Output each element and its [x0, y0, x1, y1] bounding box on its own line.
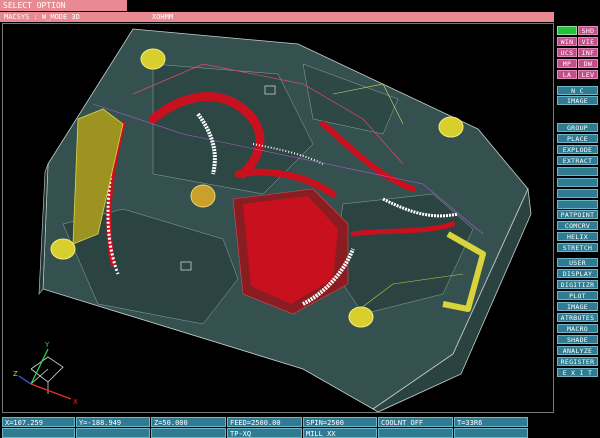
- mode-label: MACSYS : W_MODE 3D: [4, 13, 80, 21]
- view-button[interactable]: VIE: [578, 37, 598, 46]
- shade-button[interactable]: SHADE: [557, 335, 598, 344]
- empty-menu-slot[interactable]: [557, 178, 598, 187]
- extract-button[interactable]: EXTRACT: [557, 156, 598, 165]
- command-side-menu: SHD WIN VIE UCS INF MP DW LA LEV N C IMA…: [557, 0, 600, 414]
- layer-button[interactable]: LA: [557, 70, 577, 79]
- x-coordinate-readout: X=107.259: [2, 417, 75, 427]
- axis-x-label: X: [73, 398, 78, 406]
- toolpath-mode-readout: TP-XQ: [227, 428, 302, 438]
- level-button[interactable]: LEV: [578, 70, 598, 79]
- mold-model-render: X Y Z: [13, 28, 532, 412]
- shade-toggle-button[interactable]: SHD: [578, 26, 598, 35]
- color-swatch-button[interactable]: [557, 26, 577, 35]
- nc-menu-button[interactable]: N C: [557, 86, 598, 95]
- empty-menu-slot[interactable]: [557, 189, 598, 198]
- attributes-button[interactable]: ATRBUTES: [557, 313, 598, 322]
- status-cell-empty: [2, 428, 75, 438]
- status-cell-empty: [151, 428, 226, 438]
- dw-button[interactable]: DW: [578, 59, 598, 68]
- status-cell-empty: [454, 428, 528, 438]
- place-button[interactable]: PLACE: [557, 134, 598, 143]
- stretch-button[interactable]: STRETCH: [557, 243, 598, 252]
- mp-button[interactable]: MP: [557, 59, 577, 68]
- view-label: XOHMM: [152, 13, 174, 21]
- select-option-tab[interactable]: SELECT OPTION: [0, 0, 127, 11]
- plot-button[interactable]: PLOT: [557, 291, 598, 300]
- exit-button[interactable]: E X I T: [557, 368, 598, 377]
- cad-3d-viewport[interactable]: X Y Z: [2, 23, 554, 413]
- info-button[interactable]: INF: [578, 48, 598, 57]
- feed-readout: FEED=2500.00: [227, 417, 302, 427]
- mode-title-bar: MACSYS : W_MODE 3D XOHMM: [0, 12, 554, 22]
- macro-button[interactable]: MACRO: [557, 324, 598, 333]
- analyze-button[interactable]: ANALYZE: [557, 346, 598, 355]
- axis-y-label: Y: [44, 341, 50, 349]
- mill-mode-readout: MILL XX: [303, 428, 377, 438]
- window-button[interactable]: WIN: [557, 37, 577, 46]
- image-menu-button[interactable]: IMAGE: [557, 96, 598, 105]
- patpoint-button[interactable]: PATPOINT: [557, 210, 598, 219]
- digitizer-button[interactable]: DIGITIZR: [557, 280, 598, 289]
- empty-menu-slot[interactable]: [557, 200, 598, 209]
- empty-menu-slot[interactable]: [557, 167, 598, 176]
- z-coordinate-readout: Z=50.000: [151, 417, 226, 427]
- helix-button[interactable]: HELIX: [557, 232, 598, 241]
- register-button[interactable]: REGISTER: [557, 357, 598, 366]
- axis-triad-icon: [18, 348, 72, 400]
- status-bar: X=107.259 Y=-188.949 Z=50.000 FEED=2500.…: [0, 415, 600, 438]
- status-cell-empty: [76, 428, 150, 438]
- coolant-readout: COOLNT OFF: [378, 417, 453, 427]
- status-cell-empty: [378, 428, 453, 438]
- tool-readout: T=33R6: [454, 417, 528, 427]
- display-button[interactable]: DISPLAY: [557, 269, 598, 278]
- y-coordinate-readout: Y=-188.949: [76, 417, 150, 427]
- comcrv-button[interactable]: COMCRV: [557, 221, 598, 230]
- explode-button[interactable]: EXPLODE: [557, 145, 598, 154]
- ucs-button[interactable]: UCS: [557, 48, 577, 57]
- axis-z-label: Z: [13, 370, 18, 378]
- image-button[interactable]: IMAGE: [557, 302, 598, 311]
- group-button[interactable]: GROUP: [557, 123, 598, 132]
- spindle-readout: SPIN=2500: [303, 417, 377, 427]
- user-button[interactable]: USER: [557, 258, 598, 267]
